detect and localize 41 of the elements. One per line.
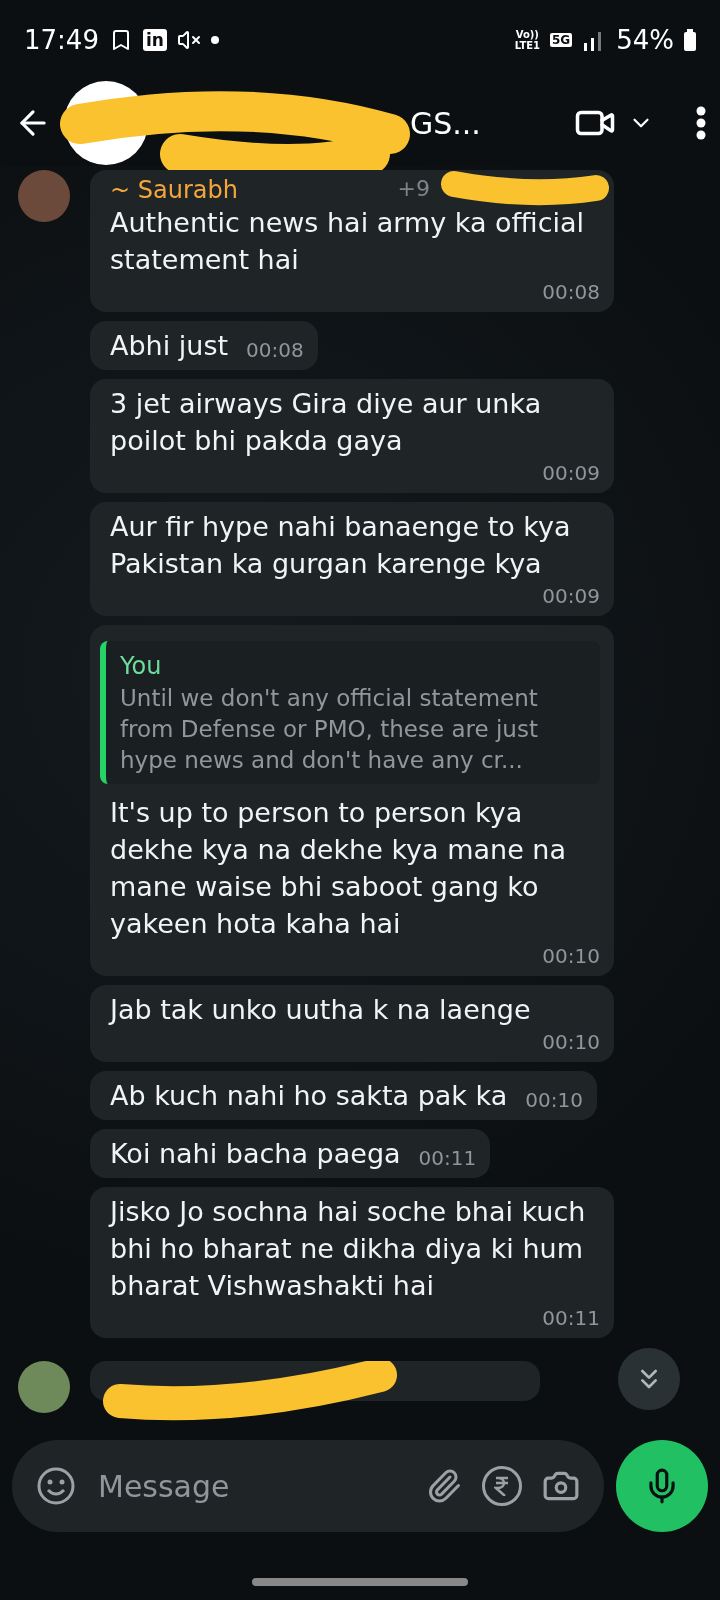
message-text: Ab kuch nahi ho sakta pak ka <box>110 1079 508 1113</box>
avatar-photo-placeholder[interactable] <box>18 1361 70 1413</box>
app-notification-badge: in <box>142 29 167 51</box>
quoted-message[interactable]: You Until we don't any official statement from Defense or PMO, these are just hype news and don't have any cr... <box>100 641 600 784</box>
network-label: 5G <box>550 33 573 47</box>
message-text: 3 jet airways Gira diye aur unka poilot bhi pakda gaya <box>110 387 543 458</box>
message-time: 00:11 <box>418 1145 477 1172</box>
message-time: 00:10 <box>525 1087 583 1114</box>
message-time: 00:08 <box>542 279 600 306</box>
message-text: It's up to person to person kya dekhe kya na dekhe kya mane na mane waise bhi saboot gang ko yakeen hota kaha hai <box>110 796 567 941</box>
message-input[interactable]: Message <box>96 1467 406 1505</box>
sender-phone: +9 <box>397 176 430 203</box>
message-text: Abhi just <box>110 329 229 363</box>
message-text: Koi nahi bacha paega <box>110 1137 401 1171</box>
message-time: 00:09 <box>542 460 600 487</box>
avatar-photo-placeholder[interactable] <box>18 170 70 222</box>
battery-icon <box>684 29 696 51</box>
message-time: 00:10 <box>542 943 600 970</box>
lte-label: LTE1 <box>514 40 540 51</box>
sticker-icon <box>36 1466 76 1506</box>
menu-button[interactable] <box>696 106 706 140</box>
volte-label: Vo)) <box>515 29 539 40</box>
status-time: 17:49 <box>24 25 99 55</box>
message-time: 00:11 <box>542 1305 600 1332</box>
menu-icon <box>696 106 706 140</box>
dot-icon <box>210 36 219 44</box>
message-text: Authentic news hai army ka official statement hai <box>110 206 586 277</box>
message-text: Jab tak unko uutha k na laenge <box>110 993 531 1027</box>
payment-icon[interactable] <box>482 1466 522 1506</box>
message-text: Jisko Jo sochna hai soche bhai kuch bhi ho bharat ne dikha diya ki hum bharat Vishwashakti hai <box>110 1195 587 1303</box>
mute-icon <box>176 28 201 52</box>
quote-author: You <box>120 651 163 682</box>
message-time: 00:08 <box>246 337 304 364</box>
quote-text: Until we don't any official statement from Defense or PMO, these are just hype news and don't have any cr... <box>120 684 539 775</box>
message-time: 00:10 <box>542 1029 600 1056</box>
message-time: 00:09 <box>542 583 600 610</box>
attach-icon[interactable] <box>426 1468 462 1504</box>
message-text: Aur fir hype nahi banaenge to kya Pakistan ka gurgan karenge kya <box>110 510 572 581</box>
battery-percent: 54% <box>616 25 674 55</box>
chat-title[interactable]: GS... <box>410 105 481 141</box>
sender-name[interactable]: ~ Saurabh <box>110 176 238 204</box>
